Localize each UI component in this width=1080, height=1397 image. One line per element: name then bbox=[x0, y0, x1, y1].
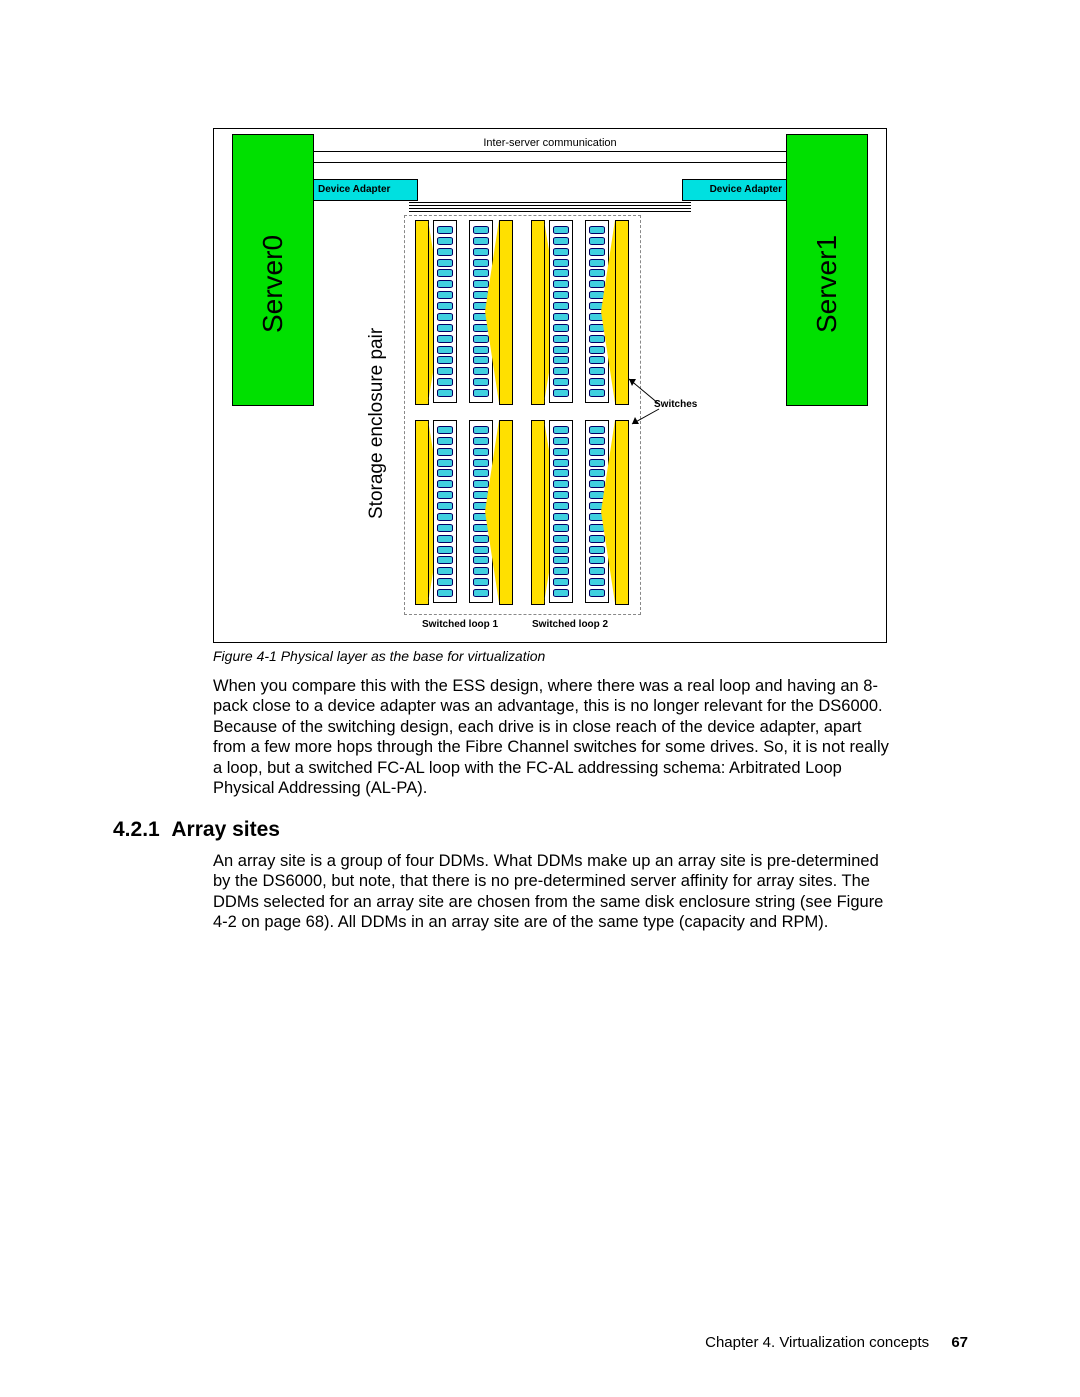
storage-enclosure-pair-box bbox=[404, 215, 641, 615]
arrow-icon bbox=[624, 374, 664, 429]
wire bbox=[409, 202, 691, 203]
switched-loop-2-label: Switched loop 2 bbox=[532, 619, 608, 630]
switch-fan bbox=[485, 220, 499, 403]
wire bbox=[409, 208, 691, 209]
switch-fan bbox=[601, 420, 615, 603]
storage-enclosure-pair-label: Storage enclosure pair bbox=[366, 328, 388, 519]
switch-bar bbox=[499, 220, 513, 405]
server0-block: Server0 bbox=[232, 134, 314, 406]
device-adapter-right: Device Adapter bbox=[682, 179, 787, 201]
switch-bar bbox=[531, 220, 545, 405]
device-adapter-left: Device Adapter bbox=[313, 179, 418, 201]
disk-column bbox=[549, 220, 573, 403]
figure-caption: Figure 4-1 Physical layer as the base fo… bbox=[213, 648, 545, 664]
server0-label: Server0 bbox=[257, 234, 289, 332]
inter-server-bus bbox=[312, 151, 788, 163]
wire bbox=[409, 205, 691, 206]
switch-bar bbox=[415, 220, 429, 405]
switched-loop-1-label: Switched loop 1 bbox=[422, 619, 498, 630]
section-title: Array sites bbox=[171, 818, 280, 841]
section-heading: 4.2.1 Array sites bbox=[113, 818, 280, 842]
switch-bar bbox=[499, 420, 513, 605]
body-paragraph-2: An array site is a group of four DDMs. W… bbox=[213, 851, 898, 933]
chapter-label: Chapter 4. Virtualization concepts bbox=[705, 1334, 929, 1351]
switch-bar bbox=[615, 420, 629, 605]
section-number: 4.2.1 bbox=[113, 818, 160, 841]
switch-fan bbox=[601, 220, 615, 403]
disk-column bbox=[433, 220, 457, 403]
figure-diagram: Inter-server communication Server0 Serve… bbox=[213, 128, 887, 643]
switched-loop-2 bbox=[527, 220, 632, 610]
switch-bar bbox=[531, 420, 545, 605]
switch-bar bbox=[415, 420, 429, 605]
wire bbox=[409, 211, 691, 212]
server1-block: Server1 bbox=[786, 134, 868, 406]
page-footer: Chapter 4. Virtualization concepts 67 bbox=[705, 1334, 968, 1351]
server1-label: Server1 bbox=[811, 234, 843, 332]
page-number: 67 bbox=[951, 1334, 968, 1351]
document-page: Inter-server communication Server0 Serve… bbox=[0, 0, 1080, 1397]
body-paragraph-1: When you compare this with the ESS desig… bbox=[213, 676, 898, 799]
switch-fan bbox=[485, 420, 499, 603]
disk-column bbox=[433, 420, 457, 603]
disk-column bbox=[549, 420, 573, 603]
switched-loop-1 bbox=[411, 220, 516, 610]
